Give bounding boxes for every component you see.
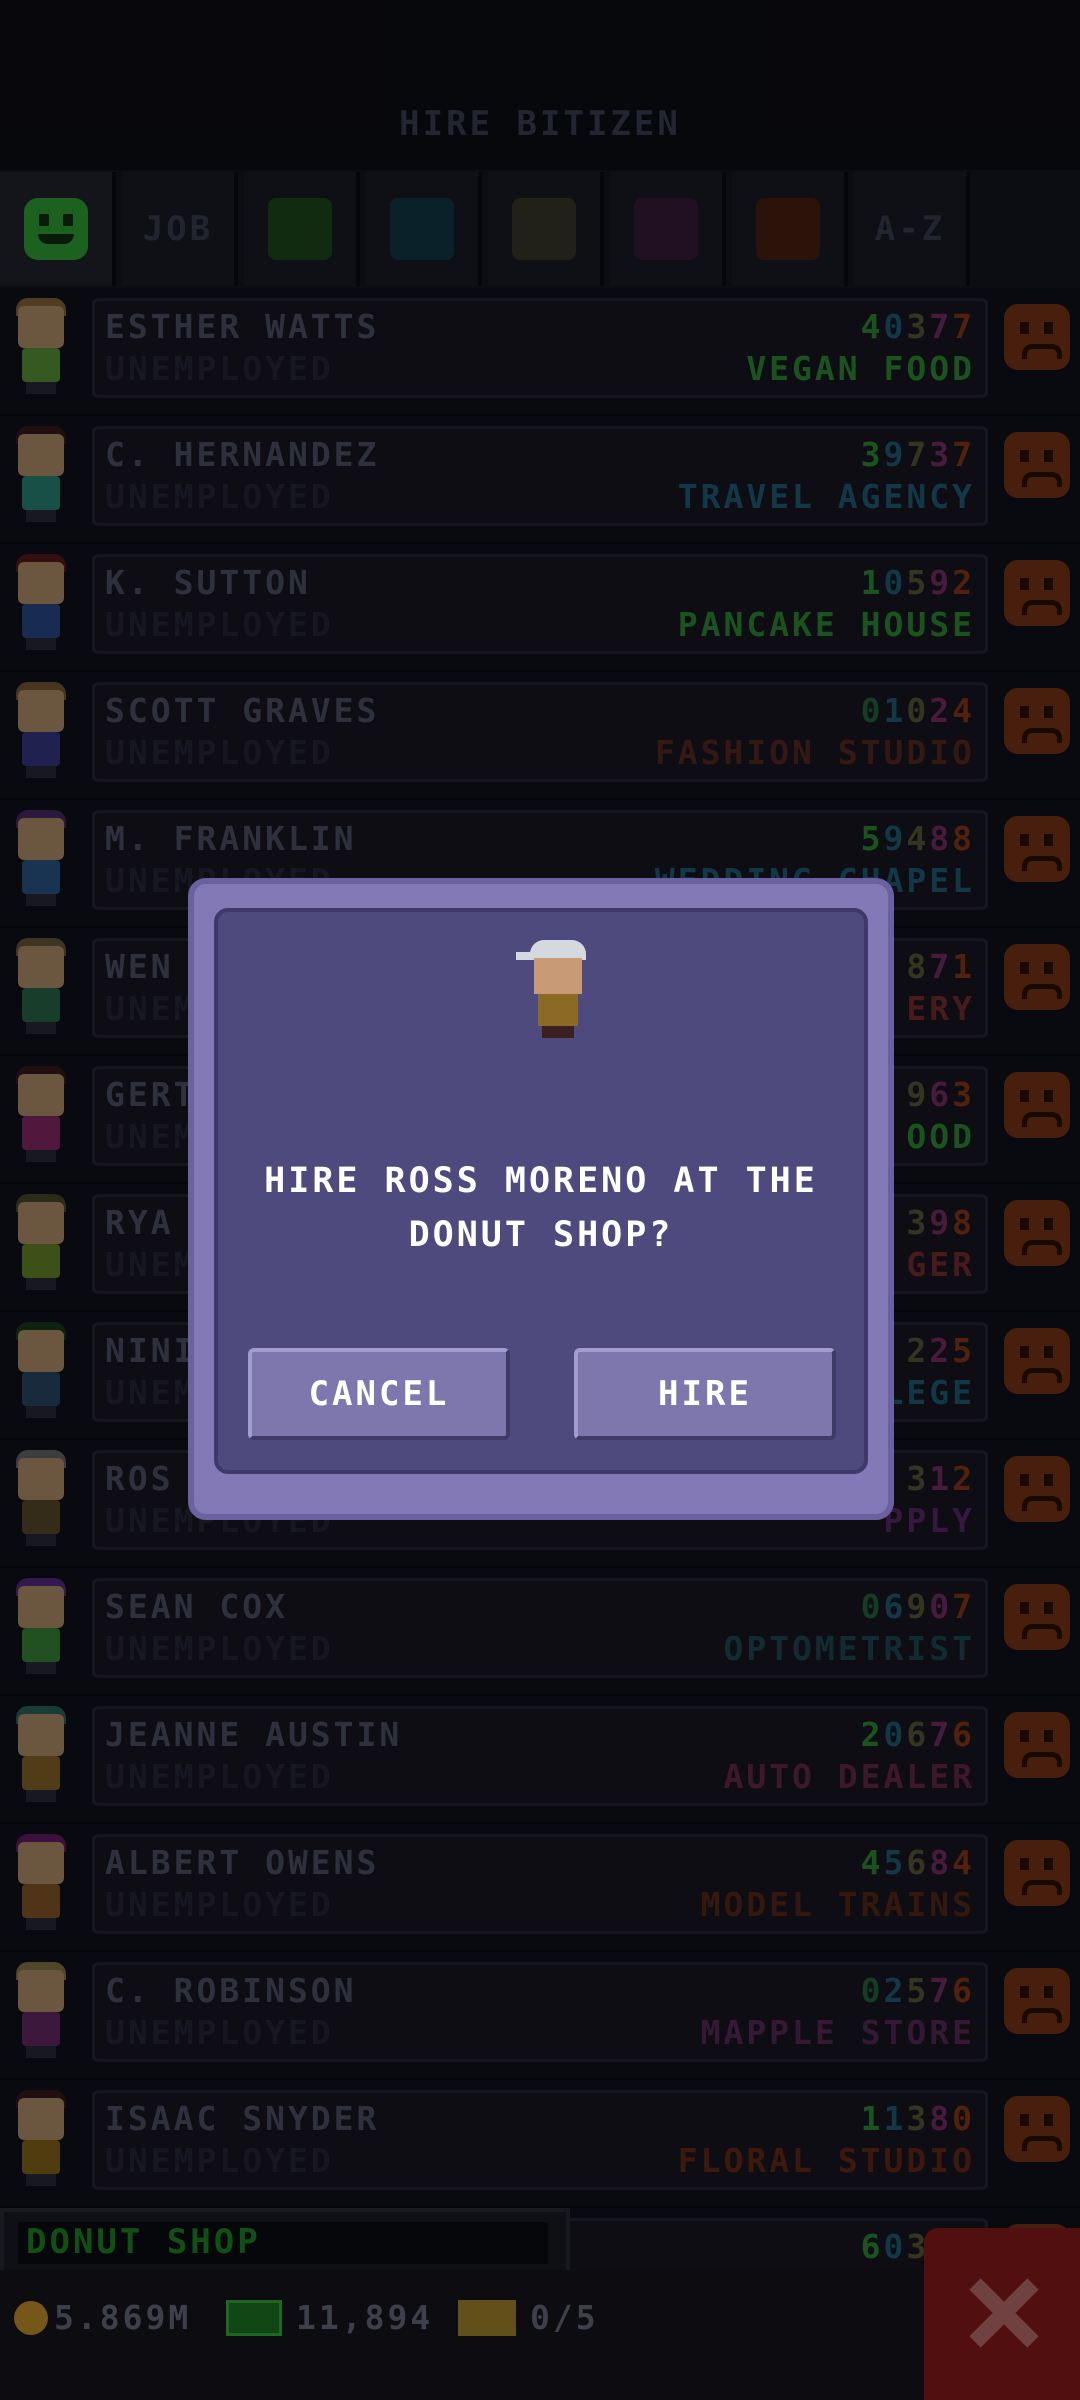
cancel-button[interactable]: CANCEL: [248, 1348, 510, 1440]
hire-dialog: HIRE ROSS MORENO AT THE DONUT SHOP? CANC…: [188, 878, 894, 1520]
hire-question: HIRE ROSS MORENO AT THE DONUT SHOP?: [264, 1161, 818, 1255]
dialog-panel: HIRE ROSS MORENO AT THE DONUT SHOP? CANC…: [214, 908, 868, 1474]
bitizen-portrait: [516, 940, 590, 1040]
hire-button[interactable]: HIRE: [574, 1348, 836, 1440]
